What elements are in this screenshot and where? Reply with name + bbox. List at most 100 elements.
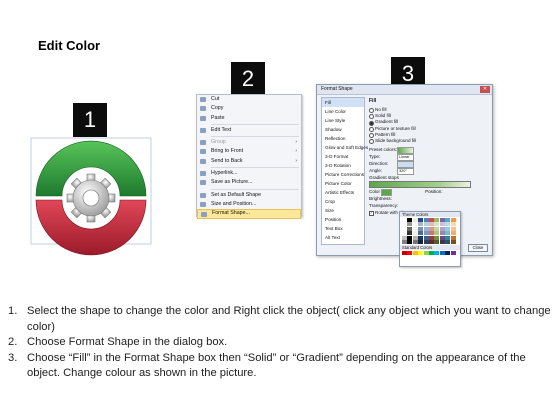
color-swatch[interactable] [412,222,418,227]
color-swatch[interactable] [428,239,434,244]
color-swatch[interactable] [445,250,451,255]
color-swatch[interactable] [407,235,413,240]
color-swatch[interactable] [407,239,413,244]
color-swatch[interactable] [418,218,424,222]
color-swatch[interactable] [439,239,445,244]
color-swatch[interactable] [434,222,440,227]
nav-item-fill[interactable]: Fill [322,98,364,107]
color-swatch[interactable] [439,231,445,236]
nav-item-shadow[interactable]: Shadow [322,125,364,134]
color-swatch[interactable] [402,222,407,227]
color-swatch[interactable] [412,250,418,255]
nav-item-picture-corrections[interactable]: Picture Corrections [322,170,364,179]
color-swatch[interactable] [434,231,440,236]
color-swatch[interactable] [402,226,407,231]
radio-slide-background-fill[interactable]: Slide background fill [367,138,489,145]
nav-item-reflection[interactable]: Reflection [322,134,364,143]
color-swatch[interactable] [428,235,434,240]
color-swatch[interactable] [434,218,440,222]
nav-item-picture-color[interactable]: Picture Color [322,179,364,188]
color-swatch[interactable] [445,222,451,227]
nav-item-crop[interactable]: Crop [322,197,364,206]
menu-item-cut[interactable]: Cut [197,95,301,104]
menu-item-save-as-picture[interactable]: Save as Picture... [197,178,301,187]
color-swatch[interactable] [445,239,451,244]
menu-item-edit-text[interactable]: Edit Text [197,126,301,135]
color-swatch[interactable] [407,231,413,236]
color-swatch[interactable] [402,218,407,222]
color-swatch[interactable] [434,226,440,231]
color-swatch[interactable] [407,218,413,222]
menu-item-send-to-back[interactable]: Send to Back › [197,157,301,166]
color-swatch[interactable] [412,226,418,231]
color-swatch[interactable] [418,222,424,227]
color-swatch[interactable] [407,222,413,227]
menu-item-size-and-position[interactable]: Size and Position... [197,200,301,209]
nav-item-alt-text[interactable]: Alt Text [322,233,364,242]
color-swatch[interactable] [450,231,456,236]
color-swatch[interactable] [402,235,407,240]
color-swatch[interactable] [418,231,424,236]
menu-item-set-default-shape[interactable]: Set as Default Shape [197,191,301,200]
color-swatch[interactable] [450,250,456,255]
color-swatch[interactable] [423,231,429,236]
color-swatch[interactable] [407,226,413,231]
color-swatch[interactable] [412,235,418,240]
color-swatch[interactable] [434,239,440,244]
color-swatch[interactable] [450,239,456,244]
nav-item-3d-rotation[interactable]: 3-D Rotation [322,161,364,170]
color-swatch[interactable] [434,250,440,255]
color-swatch[interactable] [434,235,440,240]
color-swatch[interactable] [423,250,429,255]
color-swatch[interactable] [445,235,451,240]
color-swatch[interactable] [428,250,434,255]
color-swatch[interactable] [445,226,451,231]
color-swatch[interactable] [439,250,445,255]
color-swatch[interactable] [407,250,413,255]
color-swatch[interactable] [423,235,429,240]
color-swatch[interactable] [423,226,429,231]
nav-item-line-color[interactable]: Line Color [322,107,364,116]
color-swatch[interactable] [412,239,418,244]
color-swatch[interactable] [423,218,429,222]
menu-item-copy[interactable]: Copy [197,104,301,113]
color-swatch[interactable] [418,250,424,255]
color-swatch[interactable] [450,226,456,231]
close-button[interactable]: Close [468,244,488,252]
color-swatch[interactable] [428,231,434,236]
color-swatch[interactable] [418,226,424,231]
color-swatch[interactable] [439,222,445,227]
color-swatch[interactable] [418,239,424,244]
color-swatch[interactable] [402,250,407,255]
close-icon[interactable]: ✕ [480,86,490,93]
color-swatch[interactable] [412,231,418,236]
color-swatch[interactable] [445,218,451,222]
gradient-stops-slider[interactable] [369,181,471,189]
color-swatch[interactable] [428,222,434,227]
menu-item-format-shape[interactable]: Format Shape... [197,209,301,219]
color-swatch[interactable] [412,218,418,222]
color-swatch[interactable] [402,231,407,236]
color-swatch[interactable] [423,222,429,227]
gear-ring-graphic[interactable] [28,130,154,260]
color-swatch[interactable] [450,235,456,240]
nav-item-3d-format[interactable]: 3-D Format [322,152,364,161]
menu-item-paste[interactable]: Paste [197,114,301,123]
color-swatch[interactable] [450,218,456,222]
color-swatch[interactable] [439,218,445,222]
menu-item-bring-to-front[interactable]: Bring to Front › [197,147,301,156]
color-swatch[interactable] [402,239,407,244]
color-swatch[interactable] [423,239,429,244]
color-swatch[interactable] [439,235,445,240]
nav-item-size[interactable]: Size [322,206,364,215]
nav-item-glow[interactable]: Glow and Soft Edges [322,143,368,152]
nav-item-text-box[interactable]: Text Box [322,224,364,233]
color-swatch[interactable] [418,235,424,240]
color-swatch[interactable] [428,226,434,231]
color-swatch[interactable] [450,222,456,227]
nav-item-line-style[interactable]: Line Style [322,116,364,125]
nav-item-artistic-effects[interactable]: Artistic Effects [322,188,364,197]
menu-item-hyperlink[interactable]: Hyperlink... [197,169,301,178]
color-swatch[interactable] [439,226,445,231]
color-swatch[interactable] [445,231,451,236]
